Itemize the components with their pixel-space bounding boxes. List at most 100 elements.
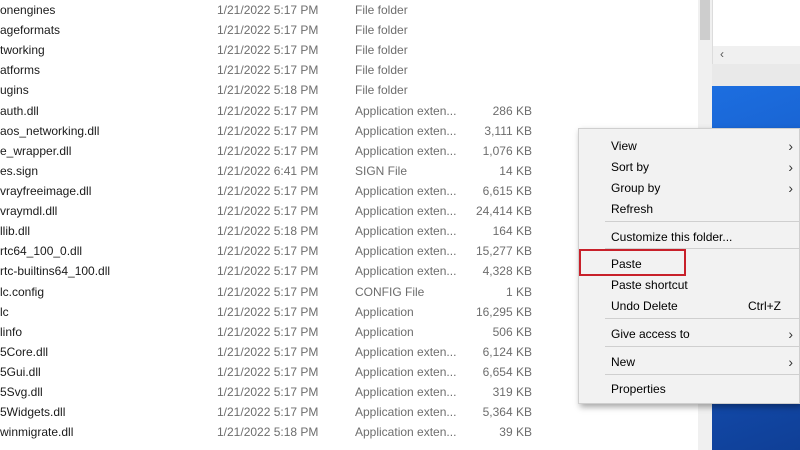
menu-item-label: New [611, 355, 636, 369]
file-size: 1 KB [505, 285, 532, 299]
file-size: 164 KB [492, 224, 532, 238]
file-date: 1/21/2022 5:17 PM [217, 184, 319, 198]
file-date: 1/21/2022 5:17 PM [217, 3, 319, 17]
file-row[interactable]: 5Widgets.dll 1/21/2022 5:17 PM Applicati… [0, 402, 698, 422]
chevron-right-icon: › [788, 354, 793, 370]
file-row[interactable]: ugins 1/21/2022 5:18 PM File folder [0, 80, 698, 100]
file-name: ageformats [0, 23, 61, 37]
menu-item-group-by[interactable]: Group by › [579, 178, 800, 198]
menu-item-undo-delete[interactable]: Undo Delete Ctrl+Z [579, 296, 800, 316]
file-row[interactable]: winmigrate.dll 1/21/2022 5:18 PM Applica… [0, 422, 698, 442]
file-date: 1/21/2022 5:17 PM [217, 23, 319, 37]
file-date: 1/21/2022 5:18 PM [217, 425, 319, 439]
file-size: 1,076 KB [482, 144, 532, 158]
chevron-right-icon: › [788, 180, 793, 196]
file-name: 5Svg.dll [0, 385, 43, 399]
file-name: es.sign [0, 164, 39, 178]
file-size: 506 KB [492, 325, 532, 339]
menu-item-label: Group by [611, 181, 661, 195]
file-size: 319 KB [492, 385, 532, 399]
file-date: 1/21/2022 5:17 PM [217, 104, 319, 118]
file-date: 1/21/2022 5:18 PM [217, 83, 319, 97]
file-type: Application exten... [355, 345, 457, 359]
file-size: 16,295 KB [475, 305, 532, 319]
file-type: Application exten... [355, 184, 457, 198]
chevron-left-icon[interactable]: ‹ [720, 47, 724, 61]
file-type: Application exten... [355, 405, 457, 419]
file-type: Application exten... [355, 365, 457, 379]
menu-item-label: Undo Delete [611, 299, 678, 313]
menu-separator [605, 221, 799, 222]
menu-separator [605, 374, 799, 375]
paste-highlight-box [579, 249, 686, 276]
file-row[interactable]: onengines 1/21/2022 5:17 PM File folder [0, 0, 698, 20]
chevron-right-icon: › [788, 326, 793, 342]
file-type: Application exten... [355, 144, 457, 158]
file-name: e_wrapper.dll [0, 144, 72, 158]
menu-item-shortcut: Ctrl+Z [748, 299, 781, 313]
file-type: Application exten... [355, 385, 457, 399]
menu-separator [605, 346, 799, 347]
file-size: 24,414 KB [475, 204, 532, 218]
menu-item-label: Properties [611, 382, 666, 396]
file-date: 1/21/2022 5:18 PM [217, 224, 319, 238]
file-size: 5,364 KB [482, 405, 532, 419]
menu-item-refresh[interactable]: Refresh [579, 199, 800, 219]
file-row[interactable]: auth.dll 1/21/2022 5:17 PM Application e… [0, 101, 698, 121]
file-name: rtc-builtins64_100.dll [0, 264, 111, 278]
file-name: linfo [0, 325, 23, 339]
menu-item-new[interactable]: New › [579, 352, 800, 372]
background-window-content [712, 0, 800, 46]
file-date: 1/21/2022 5:17 PM [217, 405, 319, 419]
file-name: llib.dll [0, 224, 31, 238]
menu-item-paste-shortcut[interactable]: Paste shortcut [579, 275, 800, 295]
menu-item-label: View [611, 139, 637, 153]
file-date: 1/21/2022 5:17 PM [217, 124, 319, 138]
file-size: 4,328 KB [482, 264, 532, 278]
file-date: 1/21/2022 5:17 PM [217, 264, 319, 278]
menu-item-label: Paste shortcut [611, 278, 688, 292]
file-name: aos_networking.dll [0, 124, 100, 138]
background-window-footer [712, 64, 800, 86]
file-date: 1/21/2022 5:17 PM [217, 43, 319, 57]
scrollbar-thumb[interactable] [700, 0, 710, 40]
file-name: auth.dll [0, 104, 39, 118]
file-date: 1/21/2022 5:17 PM [217, 385, 319, 399]
file-name: vrayfreeimage.dll [0, 184, 92, 198]
menu-item-customize-folder[interactable]: Customize this folder... [579, 227, 800, 247]
file-size: 14 KB [499, 164, 532, 178]
file-size: 6,124 KB [482, 345, 532, 359]
file-date: 1/21/2022 5:17 PM [217, 285, 319, 299]
file-type: File folder [355, 63, 408, 77]
file-type: Application exten... [355, 104, 457, 118]
file-name: rtc64_100_0.dll [0, 244, 83, 258]
file-size: 6,654 KB [482, 365, 532, 379]
menu-item-label: Sort by [611, 160, 650, 174]
file-row[interactable]: tworking 1/21/2022 5:17 PM File folder [0, 40, 698, 60]
file-type: CONFIG File [355, 285, 425, 299]
menu-item-view[interactable]: View › [579, 136, 800, 156]
menu-item-properties[interactable]: Properties [579, 379, 800, 399]
file-name: 5Widgets.dll [0, 405, 66, 419]
menu-item-sort-by[interactable]: Sort by › [579, 157, 800, 177]
file-row[interactable]: ageformats 1/21/2022 5:17 PM File folder [0, 20, 698, 40]
file-type: Application exten... [355, 124, 457, 138]
file-date: 1/21/2022 5:17 PM [217, 144, 319, 158]
file-date: 1/21/2022 5:17 PM [217, 63, 319, 77]
file-date: 1/21/2022 5:17 PM [217, 325, 319, 339]
file-name: 5Gui.dll [0, 365, 41, 379]
menu-item-label: Give access to [611, 327, 690, 341]
chevron-right-icon: › [788, 159, 793, 175]
menu-item-label: Refresh [611, 202, 654, 216]
file-name: onengines [0, 3, 56, 17]
file-size: 3,111 KB [484, 124, 532, 138]
file-type: Application exten... [355, 264, 457, 278]
file-row[interactable]: atforms 1/21/2022 5:17 PM File folder [0, 60, 698, 80]
file-name: winmigrate.dll [0, 425, 74, 439]
menu-item-label: Customize this folder... [611, 230, 733, 244]
menu-item-give-access[interactable]: Give access to › [579, 324, 800, 344]
file-size: 15,277 KB [475, 244, 532, 258]
file-size: 39 KB [499, 425, 532, 439]
horizontal-scrollbar[interactable]: ‹ [712, 46, 800, 64]
file-type: Application [355, 325, 414, 339]
